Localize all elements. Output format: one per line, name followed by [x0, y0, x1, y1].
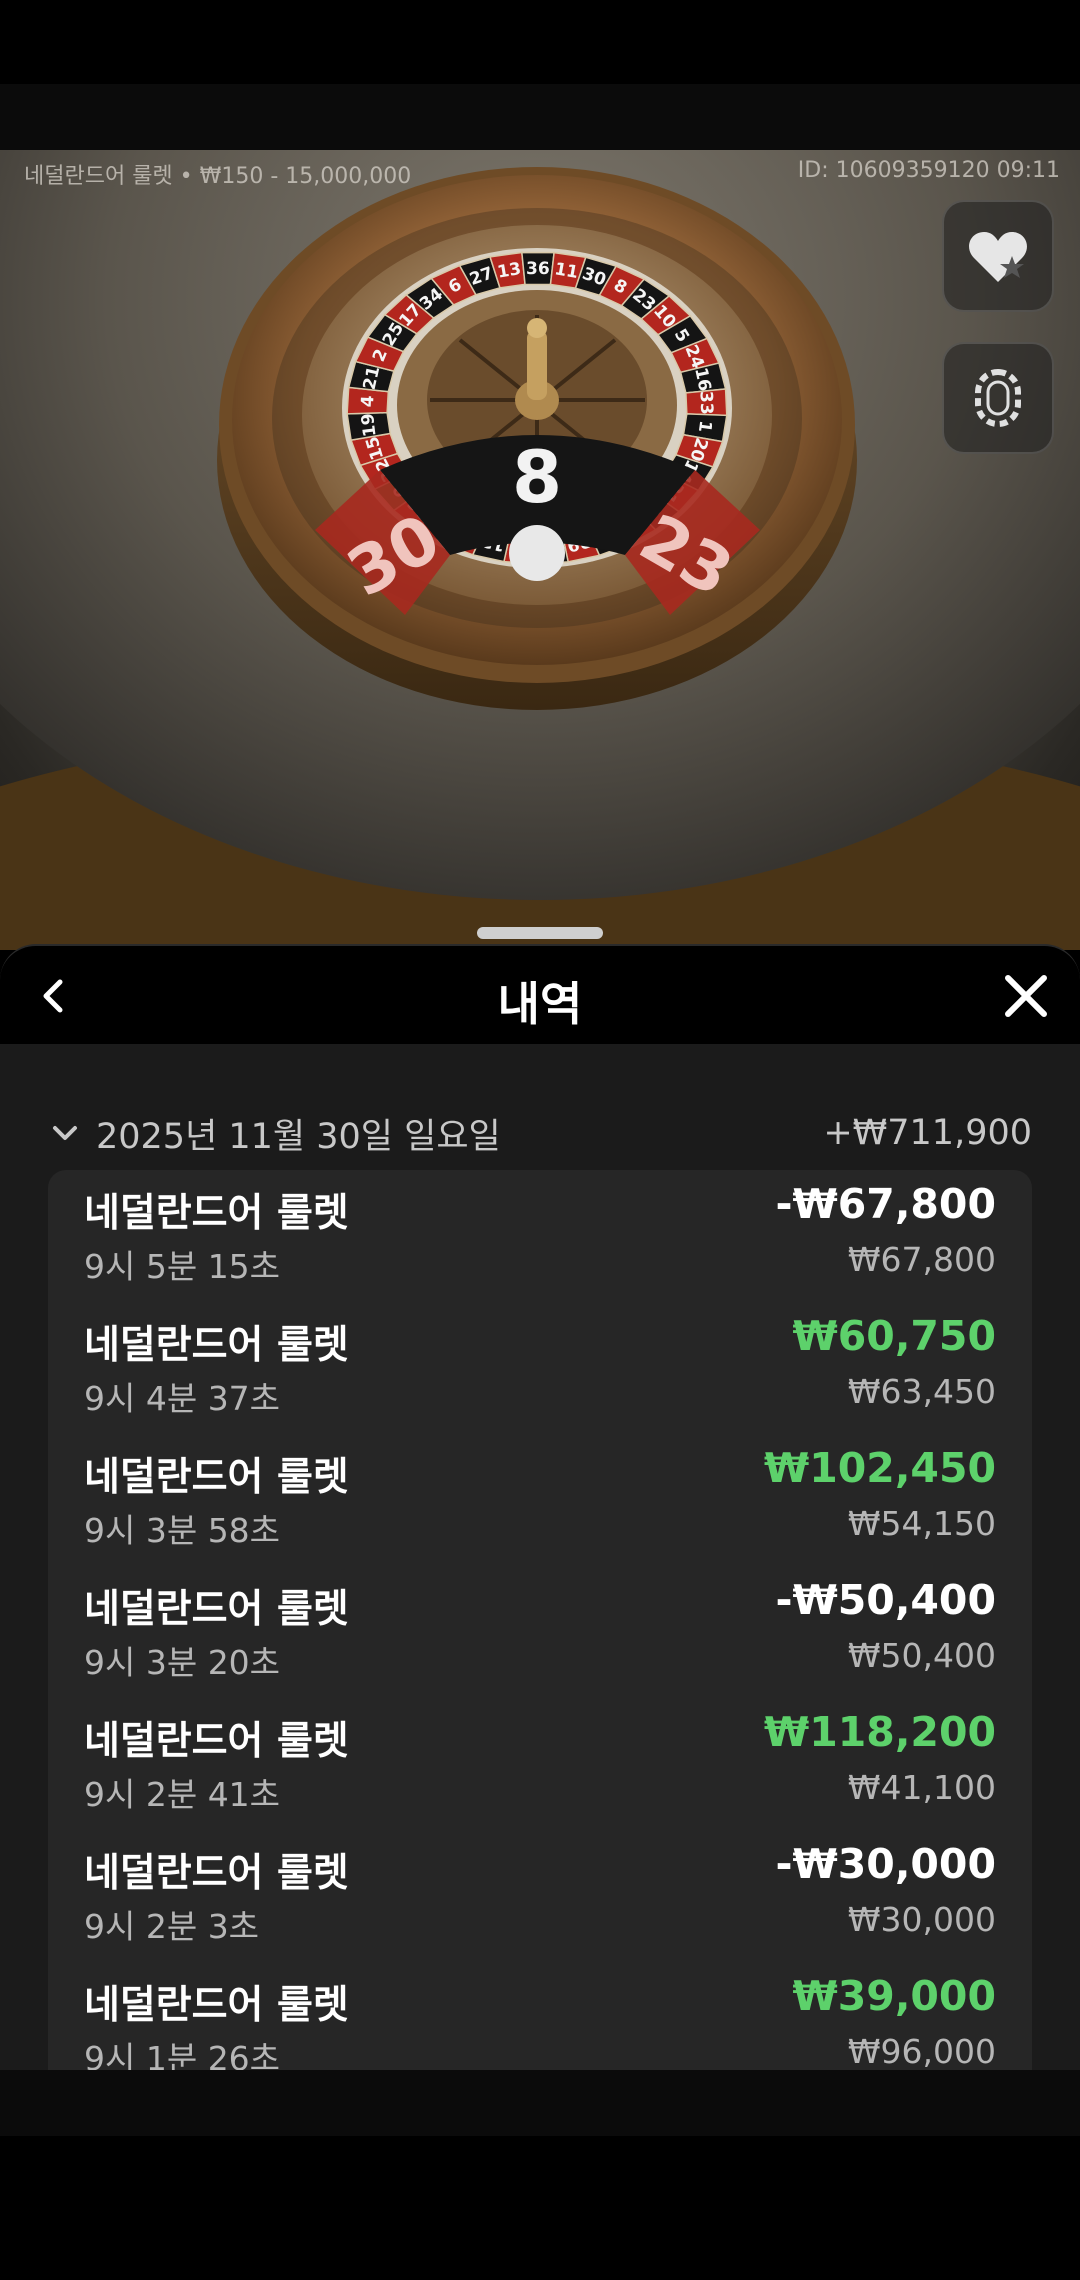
date-total: +₩711,900: [823, 1113, 1032, 1153]
wheel-pocket-number: 4: [358, 395, 379, 408]
round-row[interactable]: 네덜란드어 룰렛 9시 3분 58초 ₩102,450 ₩54,150: [84, 1434, 996, 1566]
round-bet: ₩96,000: [847, 2032, 996, 2070]
round-game-name: 네덜란드어 룰렛: [84, 1323, 349, 1368]
round-row[interactable]: 네덜란드어 룰렛 9시 5분 15초 -₩67,800 ₩67,800: [84, 1170, 996, 1302]
chip-icon: [975, 369, 1021, 427]
date-label: 2025년 11월 30일 일요일: [96, 1116, 501, 1157]
sheet-title: 내역: [497, 977, 583, 1031]
drag-handle[interactable]: [477, 927, 603, 939]
round-bet: ₩67,800: [847, 1240, 996, 1279]
round-result: -₩30,000: [775, 1840, 996, 1888]
round-time: 9시 4분 37초: [84, 1379, 281, 1418]
round-bet: ₩54,150: [847, 1504, 996, 1543]
live-game-view[interactable]: 15 19 4 21 2 25 17 34 6 27 13 36 11 30 8 23 10 5 24 16 33 1 20…: [0, 150, 1080, 950]
round-bet: ₩63,450: [847, 1372, 996, 1411]
round-time: 9시 2분 3초: [84, 1907, 260, 1946]
round-game-name: 네덜란드어 룰렛: [84, 1719, 349, 1764]
round-row[interactable]: 네덜란드어 룰렛 9시 4분 37초 ₩60,750 ₩63,450: [84, 1302, 996, 1434]
round-row[interactable]: 네덜란드어 룰렛 9시 2분 3초 -₩30,000 ₩30,000: [84, 1830, 996, 1962]
wheel-pocket-number: 36: [526, 259, 550, 279]
close-icon[interactable]: [1000, 970, 1052, 1022]
round-row[interactable]: 네덜란드어 룰렛 9시 3분 20초 -₩50,400 ₩50,400: [84, 1566, 996, 1698]
bottom-spacer: [0, 2070, 1080, 2136]
round-result: ₩39,000: [792, 1972, 996, 2020]
round-result: ₩118,200: [764, 1708, 996, 1756]
favorite-button[interactable]: [942, 200, 1054, 312]
round-game-name: 네덜란드어 룰렛: [84, 1191, 349, 1236]
round-result: -₩50,400: [775, 1576, 996, 1624]
chevron-down-icon: [53, 1126, 77, 1140]
wheel-pocket-number: 33: [695, 391, 716, 415]
status-bar: [0, 0, 1080, 84]
round-game-name: 네덜란드어 룰렛: [84, 1983, 349, 2028]
wheel-pocket-number: 19: [358, 412, 381, 438]
winning-number: 8: [512, 435, 562, 519]
round-row[interactable]: 네덜란드어 룰렛 9시 2분 41초 ₩118,200 ₩41,100: [84, 1698, 996, 1830]
rounds-card: 네덜란드어 룰렛 9시 5분 15초 -₩67,800 ₩67,800 네덜란드…: [48, 1170, 1032, 2070]
history-sheet-header: 내역: [0, 944, 1080, 1044]
round-time: 9시 3분 20초: [84, 1643, 281, 1682]
round-result: ₩60,750: [792, 1312, 996, 1360]
round-time: 9시 2분 41초: [84, 1775, 281, 1814]
game-info: 네덜란드어 룰렛 • ₩150 - 15,000,000: [24, 164, 412, 189]
round-game-name: 네덜란드어 룰렛: [84, 1851, 349, 1896]
date-group-header[interactable]: 2025년 11월 30일 일요일 +₩711,900: [48, 1108, 1032, 1158]
round-game-name: 네덜란드어 룰렛: [84, 1587, 349, 1632]
round-result: -₩67,800: [775, 1180, 996, 1228]
round-bet: ₩50,400: [847, 1636, 996, 1675]
round-game-name: 네덜란드어 룰렛: [84, 1455, 349, 1500]
heart-star-icon: [969, 232, 1027, 282]
round-time: 9시 5분 15초: [84, 1247, 281, 1286]
wheel-pocket-number: 13: [496, 259, 523, 283]
roulette-wheel: 151942122517346 27 13 36 11 30 823105241633120…: [217, 167, 857, 710]
round-row[interactable]: 네덜란드어 룰렛 9시 1분 26초 ₩39,000 ₩96,000: [84, 1962, 996, 2070]
history-list[interactable]: 2025년 11월 30일 일요일 +₩711,900 네덜란드어 룰렛 9시 …: [0, 1044, 1080, 2070]
round-result: ₩102,450: [764, 1444, 996, 1492]
chip-button[interactable]: [942, 342, 1054, 454]
wheel-pocket-number: 11: [553, 259, 580, 283]
round-time: 9시 3분 58초: [84, 1511, 281, 1550]
round-bet: ₩41,100: [847, 1768, 996, 1807]
round-bet: ₩30,000: [847, 1900, 996, 1939]
round-time: 9시 1분 26초: [84, 2039, 281, 2070]
system-nav-area: [0, 2136, 1080, 2280]
top-spacer: [0, 84, 1080, 150]
round-id: ID: 10609359120 09:11: [797, 158, 1060, 183]
